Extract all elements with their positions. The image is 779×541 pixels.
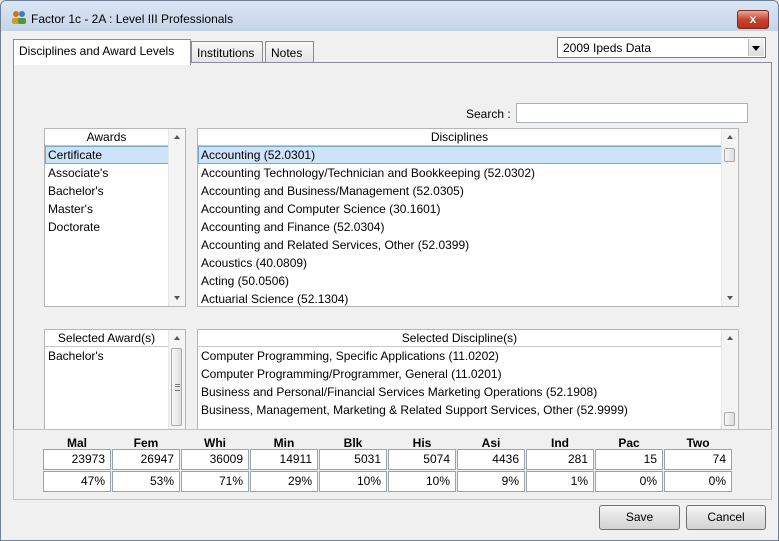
awards-list[interactable]: Awards Certificate Associate's Bachelor's M… bbox=[44, 128, 186, 307]
selected-awards-scrollbar[interactable] bbox=[168, 330, 185, 443]
selected-discipline-item[interactable]: Business and Personal/Financial Services… bbox=[198, 383, 738, 401]
stat-percent: 0% bbox=[595, 471, 663, 492]
grip-icon bbox=[175, 384, 180, 391]
scroll-up-icon[interactable] bbox=[174, 135, 180, 139]
window-title: Factor 1c - 2A : Level III Professionals bbox=[31, 12, 234, 26]
tab-disciplines-and-award-levels[interactable]: Disciplines and Award Levels bbox=[13, 39, 191, 65]
stat-percent: 1% bbox=[526, 471, 594, 492]
discipline-item[interactable]: Acoustics (40.0809) bbox=[198, 254, 738, 272]
stat-percent: 53% bbox=[112, 471, 180, 492]
demographics-panel: Mal 23973 47% Fem 26947 53% Whi 36009 71% Min 1491… bbox=[13, 429, 772, 500]
title-bar[interactable]: Factor 1c - 2A : Level III Professionals… bbox=[1, 1, 778, 31]
selected-award-item[interactable]: Bachelor's bbox=[45, 347, 185, 365]
stat-count: 36009 bbox=[181, 449, 249, 470]
data-source-dropdown[interactable]: 2009 Ipeds Data bbox=[557, 37, 766, 58]
stat-count: 5031 bbox=[319, 449, 387, 470]
tab-label: Notes bbox=[271, 46, 303, 60]
stat-percent: 71% bbox=[181, 471, 249, 492]
stat-percent: 10% bbox=[388, 471, 456, 492]
awards-header: Awards bbox=[45, 129, 168, 146]
stat-label: Ind bbox=[551, 436, 569, 450]
selected-awards-list[interactable]: Selected Award(s) Bachelor's bbox=[44, 329, 186, 444]
stat-count: 4436 bbox=[457, 449, 525, 470]
data-source-value: 2009 Ipeds Data bbox=[563, 41, 652, 55]
scroll-up-icon[interactable] bbox=[727, 135, 733, 139]
award-item[interactable]: Master's bbox=[45, 200, 185, 218]
selected-discipline-item[interactable]: Business, Management, Marketing & Relate… bbox=[198, 401, 738, 419]
people-icon bbox=[12, 11, 26, 24]
award-item[interactable]: Doctorate bbox=[45, 218, 185, 236]
stat-percent: 0% bbox=[664, 471, 732, 492]
awards-scrollbar[interactable] bbox=[168, 129, 185, 306]
stat-count: 23973 bbox=[43, 449, 111, 470]
tab-notes[interactable]: Notes bbox=[265, 41, 314, 64]
chevron-down-icon[interactable] bbox=[748, 39, 764, 56]
stat-label: Mal bbox=[66, 436, 87, 450]
client-area: Disciplines and Award Levels Institution… bbox=[5, 31, 774, 536]
stat-count: 14911 bbox=[250, 449, 318, 470]
close-button[interactable]: x bbox=[737, 10, 769, 29]
tab-label: Disciplines and Award Levels bbox=[19, 44, 175, 58]
disciplines-scrollbar[interactable] bbox=[721, 129, 738, 306]
discipline-item[interactable]: Accounting (52.0301) bbox=[198, 146, 737, 164]
selected-awards-header: Selected Award(s) bbox=[45, 330, 168, 347]
stat-percent: 10% bbox=[319, 471, 387, 492]
scroll-down-icon[interactable] bbox=[174, 296, 180, 300]
disciplines-list[interactable]: Disciplines Accounting (52.0301) Accounti… bbox=[197, 128, 739, 307]
award-item[interactable]: Associate's bbox=[45, 164, 185, 182]
selected-discipline-item[interactable]: Computer Programming, Specific Applicati… bbox=[198, 347, 738, 365]
cancel-button[interactable]: Cancel bbox=[686, 505, 766, 530]
search-label: Search : bbox=[466, 107, 511, 121]
selected-discipline-item[interactable]: Computer Programming/Programmer, General… bbox=[198, 365, 738, 383]
stat-count: 5074 bbox=[388, 449, 456, 470]
stat-label: Blk bbox=[343, 436, 363, 450]
discipline-item[interactable]: Accounting and Computer Science (30.1601… bbox=[198, 200, 738, 218]
discipline-item[interactable]: Actuarial Science (52.1304) bbox=[198, 290, 738, 306]
disciplines-header: Disciplines bbox=[198, 129, 721, 146]
stat-percent: 29% bbox=[250, 471, 318, 492]
discipline-item[interactable]: Accounting and Finance (52.0304) bbox=[198, 218, 738, 236]
scroll-up-icon[interactable] bbox=[174, 336, 180, 340]
stat-count: 26947 bbox=[112, 449, 180, 470]
selected-disciplines-list[interactable]: Selected Discipline(s) Computer Programm… bbox=[197, 329, 739, 444]
stat-percent: 47% bbox=[43, 471, 111, 492]
close-icon: x bbox=[749, 12, 757, 26]
scroll-thumb[interactable] bbox=[724, 412, 735, 426]
selected-disciplines-header: Selected Discipline(s) bbox=[198, 330, 721, 347]
stat-count: 281 bbox=[526, 449, 594, 470]
stat-label: His bbox=[412, 436, 432, 450]
window: Factor 1c - 2A : Level III Professionals… bbox=[0, 0, 779, 541]
scroll-thumb[interactable] bbox=[724, 148, 735, 162]
scroll-down-icon[interactable] bbox=[727, 296, 733, 300]
award-item[interactable]: Bachelor's bbox=[45, 182, 185, 200]
tab-panel: Search : Awards Certificate Associate's Ba… bbox=[13, 62, 772, 454]
stat-label: Pac bbox=[618, 436, 640, 450]
stat-label: Whi bbox=[204, 436, 226, 450]
stat-count: 74 bbox=[664, 449, 732, 470]
award-item[interactable]: Certificate bbox=[45, 146, 184, 164]
tab-institutions[interactable]: Institutions bbox=[191, 41, 263, 64]
stat-percent: 9% bbox=[457, 471, 525, 492]
discipline-item[interactable]: Acting (50.0506) bbox=[198, 272, 738, 290]
search-input[interactable] bbox=[516, 103, 748, 123]
stat-label: Fem bbox=[133, 436, 159, 450]
scroll-up-icon[interactable] bbox=[727, 336, 733, 340]
stat-label: Min bbox=[273, 436, 295, 450]
stat-count: 15 bbox=[595, 449, 663, 470]
selected-disciplines-scrollbar[interactable] bbox=[721, 330, 738, 443]
stat-label: Asi bbox=[481, 436, 501, 450]
discipline-item[interactable]: Accounting and Business/Management (52.0… bbox=[198, 182, 738, 200]
scroll-thumb[interactable] bbox=[171, 348, 182, 426]
discipline-item[interactable]: Accounting Technology/Technician and Boo… bbox=[198, 164, 738, 182]
tab-label: Institutions bbox=[197, 46, 255, 60]
save-button[interactable]: Save bbox=[599, 505, 680, 530]
discipline-item[interactable]: Accounting and Related Services, Other (… bbox=[198, 236, 738, 254]
stat-label: Two bbox=[686, 436, 710, 450]
